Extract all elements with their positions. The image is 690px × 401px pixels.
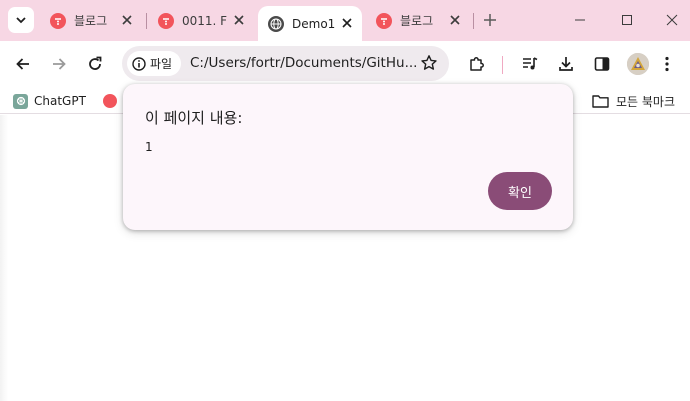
puzzle-icon <box>470 57 484 71</box>
toolbar-divider <box>502 56 503 74</box>
globe-icon <box>268 15 284 32</box>
tab-title: 0011. F <box>182 13 228 28</box>
bookmark-label: ChatGPT <box>34 94 86 108</box>
chatgpt-icon <box>13 93 28 109</box>
bookmark-star-icon[interactable] <box>420 54 438 72</box>
tab-3-active[interactable]: Demo1 <box>258 6 362 41</box>
forward-button[interactable] <box>48 53 70 75</box>
maximize-icon <box>622 15 632 25</box>
ok-button[interactable]: 확인 <box>488 172 552 210</box>
more-vert-icon <box>665 56 669 72</box>
reload-icon <box>89 56 102 70</box>
tistory-icon <box>50 12 66 29</box>
tab-title: 블로그 <box>74 14 108 28</box>
maximize-button[interactable] <box>618 11 636 29</box>
tab-title: Demo1 <box>292 16 336 31</box>
side-panel-button[interactable] <box>591 53 613 75</box>
arrow-right-icon <box>53 58 66 70</box>
back-button[interactable] <box>12 53 34 75</box>
media-control-button[interactable] <box>519 53 541 75</box>
tab-separator <box>473 13 474 29</box>
tab-2[interactable]: 0011. F <box>148 0 254 41</box>
tab-separator <box>146 13 147 29</box>
info-icon <box>132 56 146 71</box>
avatar-image-icon <box>627 53 649 75</box>
site-info-chip[interactable]: 파일 <box>127 51 181 76</box>
download-icon <box>559 57 573 71</box>
tab-title: 블로그 <box>400 14 434 28</box>
playlist-music-icon <box>523 57 538 70</box>
plus-icon <box>484 14 496 26</box>
reload-button[interactable] <box>84 53 106 75</box>
arrow-left-icon <box>16 58 29 70</box>
downloads-button[interactable] <box>555 53 577 75</box>
close-icon <box>666 14 678 26</box>
site-info-label: 파일 <box>150 57 173 71</box>
tistory-icon <box>376 12 392 29</box>
profile-avatar[interactable] <box>627 53 649 75</box>
chevron-down-icon <box>16 17 26 24</box>
browser-toolbar: 파일 C:/Users/fortr/Documents/GitHu... <box>0 41 690 87</box>
dialog-message: 1 <box>145 140 153 154</box>
bookmark-tistory[interactable] <box>103 92 117 110</box>
close-window-button[interactable] <box>663 11 681 29</box>
tab-strip: 블로그 0011. F Demo1 블로그 <box>0 0 690 41</box>
extensions-button[interactable] <box>466 53 488 75</box>
new-tab-button[interactable] <box>481 11 499 29</box>
close-tab-icon[interactable] <box>340 16 354 30</box>
url-text[interactable]: C:/Users/fortr/Documents/GitHu... <box>190 55 417 71</box>
minimize-button[interactable] <box>571 11 589 29</box>
close-tab-icon[interactable] <box>232 13 246 27</box>
tistory-icon <box>158 12 174 29</box>
close-tab-icon[interactable] <box>120 13 134 27</box>
dialog-title: 이 페이지 내용: <box>145 109 243 127</box>
tab-4[interactable]: 블로그 <box>366 0 470 41</box>
browser-menu-button[interactable] <box>662 53 672 75</box>
address-bar[interactable]: 파일 C:/Users/fortr/Documents/GitHu... <box>122 46 449 81</box>
folder-icon <box>592 95 609 108</box>
close-tab-icon[interactable] <box>448 13 462 27</box>
all-bookmarks-button[interactable]: 모든 북마크 <box>592 92 675 110</box>
minimize-icon <box>575 19 585 21</box>
tab-1[interactable]: 블로그 <box>40 0 142 41</box>
bookmark-chatgpt[interactable]: ChatGPT <box>13 92 86 110</box>
all-bookmarks-label: 모든 북마크 <box>616 94 676 109</box>
tab-search-button[interactable] <box>8 7 34 33</box>
side-panel-icon <box>594 57 610 71</box>
tistory-icon <box>103 94 117 108</box>
alert-dialog: 이 페이지 내용: 1 확인 <box>123 84 573 230</box>
page-left-edge <box>0 115 8 401</box>
